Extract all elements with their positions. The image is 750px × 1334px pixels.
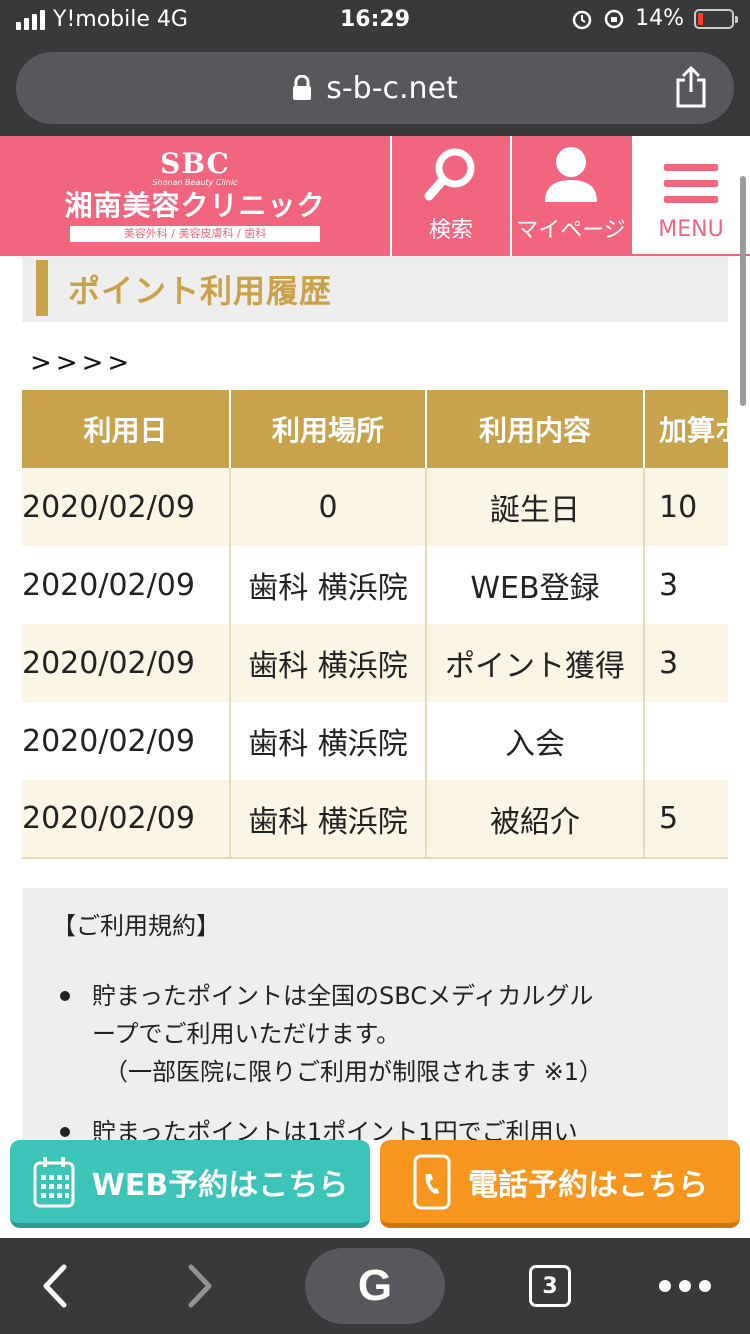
google-icon: G bbox=[305, 1248, 445, 1324]
cell-points: 3 bbox=[644, 546, 728, 624]
hamburger-icon bbox=[664, 164, 718, 203]
table-header-row: 利用日 利用場所 利用内容 加算ポ bbox=[22, 390, 728, 468]
terms-list: 貯まったポイントは全国のSBCメディカルグル ープでご利用いただけます。 （一部… bbox=[52, 977, 698, 1140]
search-button[interactable]: 検索 bbox=[390, 136, 510, 256]
cell-date: 2020/02/09 bbox=[22, 624, 231, 702]
tab-count: 3 bbox=[529, 1265, 571, 1307]
battery-icon bbox=[694, 8, 738, 29]
terms-item-line: ープでご利用いただけます。 bbox=[92, 1020, 401, 1048]
title-accent-bar bbox=[36, 260, 48, 316]
header-content: 利用内容 bbox=[426, 390, 645, 468]
cell-content: 誕生日 bbox=[426, 468, 645, 546]
more-button[interactable] bbox=[650, 1238, 720, 1334]
browser-toolbar: G 3 bbox=[0, 1238, 750, 1334]
chevron-left-icon bbox=[43, 1264, 67, 1308]
header-date: 利用日 bbox=[22, 390, 231, 468]
sbc-logo[interactable]: SBC Shonan Beauty Clinic 湘南美容クリニック 美容外科 … bbox=[0, 136, 390, 256]
terms-item: 貯まったポイントは全国のSBCメディカルグル ープでご利用いただけます。 bbox=[52, 977, 698, 1053]
header-place: 利用場所 bbox=[230, 390, 427, 468]
main-content: ポイント利用履歴 >>>> 利用日 利用場所 利用内容 加算ポ 2020/02/… bbox=[0, 256, 750, 1140]
tabs-button[interactable]: 3 bbox=[520, 1238, 580, 1334]
phone-reservation-label: 電話予約はこちら bbox=[468, 1167, 708, 1203]
phone-reservation-button[interactable]: 電話予約はこちら bbox=[380, 1140, 740, 1228]
section-title: ポイント利用履歴 bbox=[22, 256, 728, 322]
cell-date: 2020/02/09 bbox=[22, 468, 231, 546]
chevron-right-icon bbox=[188, 1264, 212, 1308]
cell-date: 2020/02/09 bbox=[22, 702, 231, 780]
cell-points: 3 bbox=[644, 624, 728, 702]
cell-points: 10 bbox=[644, 468, 728, 546]
cell-place: 歯科 横浜院 bbox=[230, 780, 427, 859]
site-header: SBC Shonan Beauty Clinic 湘南美容クリニック 美容外科 … bbox=[0, 136, 750, 256]
terms-box: 【ご利用規約】 貯まったポイントは全国のSBCメディカルグル ープでご利用いただ… bbox=[22, 888, 728, 1140]
points-history-table[interactable]: 利用日 利用場所 利用内容 加算ポ 2020/02/09 0 誕生日 10 20… bbox=[22, 390, 728, 860]
table-row: 2020/02/09 歯科 横浜院 ポイント獲得 3 bbox=[22, 624, 728, 702]
google-search-button[interactable]: G bbox=[305, 1238, 445, 1334]
lock-icon bbox=[293, 75, 312, 100]
cell-place: 歯科 横浜院 bbox=[230, 624, 427, 702]
url-text: s-b-c.net bbox=[326, 70, 458, 106]
terms-heading: 【ご利用規約】 bbox=[52, 912, 220, 940]
cell-place: 歯科 横浜院 bbox=[230, 546, 427, 624]
menu-button[interactable]: MENU bbox=[630, 136, 750, 256]
rotation-lock-icon bbox=[604, 9, 624, 28]
search-label: 検索 bbox=[428, 218, 473, 243]
cell-place: 歯科 横浜院 bbox=[230, 702, 427, 780]
web-reservation-button[interactable]: WEB予約はこちら bbox=[10, 1140, 370, 1228]
search-icon bbox=[424, 148, 475, 201]
menu-label: MENU bbox=[658, 217, 724, 242]
cell-date: 2020/02/09 bbox=[22, 546, 231, 624]
cell-content: 被紹介 bbox=[426, 780, 645, 859]
cell-content: 入会 bbox=[426, 702, 645, 780]
cell-points: 5 bbox=[644, 780, 728, 859]
forward-button[interactable] bbox=[165, 1238, 235, 1334]
terms-item-line: 貯まったポイントは1ポイント1円でご利用い bbox=[92, 1118, 578, 1140]
status-right: 14% bbox=[571, 6, 738, 31]
alarm-icon bbox=[572, 10, 592, 29]
share-icon[interactable] bbox=[674, 66, 708, 108]
logo-name: 湘南美容クリニック bbox=[64, 189, 326, 222]
mypage-button[interactable]: マイページ bbox=[510, 136, 630, 256]
web-reservation-label: WEB予約はこちら bbox=[91, 1167, 349, 1203]
cell-date: 2020/02/09 bbox=[22, 780, 231, 859]
page-title: ポイント利用履歴 bbox=[68, 272, 333, 310]
header-points: 加算ポ bbox=[644, 390, 728, 468]
mypage-label: マイページ bbox=[516, 218, 626, 243]
cell-content: WEB登録 bbox=[426, 546, 645, 624]
table-row: 2020/02/09 歯科 横浜院 入会 bbox=[22, 702, 728, 780]
browser-chrome: Y!mobile 4G 16:29 14% s-b-c.net bbox=[0, 0, 750, 136]
logo-tagline: 美容外科 / 美容皮膚科 / 歯科 bbox=[70, 226, 320, 242]
smartphone-icon bbox=[413, 1154, 451, 1209]
breadcrumb: >>>> bbox=[30, 348, 134, 378]
battery-percent: 14% bbox=[635, 6, 684, 31]
points-table: 利用日 利用場所 利用内容 加算ポ 2020/02/09 0 誕生日 10 20… bbox=[22, 390, 728, 859]
status-bar: Y!mobile 4G 16:29 14% bbox=[0, 0, 750, 40]
calendar-icon bbox=[33, 1156, 75, 1207]
table-row: 2020/02/09 歯科 横浜院 被紹介 5 bbox=[22, 780, 728, 859]
more-dots-icon bbox=[659, 1280, 711, 1292]
terms-note: （一部医院に限りご利用が制限されます ※1） bbox=[104, 1058, 604, 1086]
logo-brand: SBC bbox=[160, 147, 230, 180]
table-row: 2020/02/09 0 誕生日 10 bbox=[22, 468, 728, 546]
terms-item-line: 貯まったポイントは全国のSBCメディカルグル bbox=[92, 982, 594, 1010]
table-row: 2020/02/09 歯科 横浜院 WEB登録 3 bbox=[22, 546, 728, 624]
terms-item: 貯まったポイントは1ポイント1円でご利用い bbox=[52, 1113, 698, 1140]
cell-place: 0 bbox=[230, 468, 427, 546]
logo-subtitle: Shonan Beauty Clinic bbox=[152, 178, 238, 187]
cell-points bbox=[644, 702, 728, 780]
user-icon bbox=[545, 147, 597, 202]
cell-content: ポイント獲得 bbox=[426, 624, 645, 702]
back-button[interactable] bbox=[20, 1238, 90, 1334]
page-scrollbar[interactable] bbox=[740, 176, 746, 406]
address-bar[interactable]: s-b-c.net bbox=[16, 52, 734, 124]
